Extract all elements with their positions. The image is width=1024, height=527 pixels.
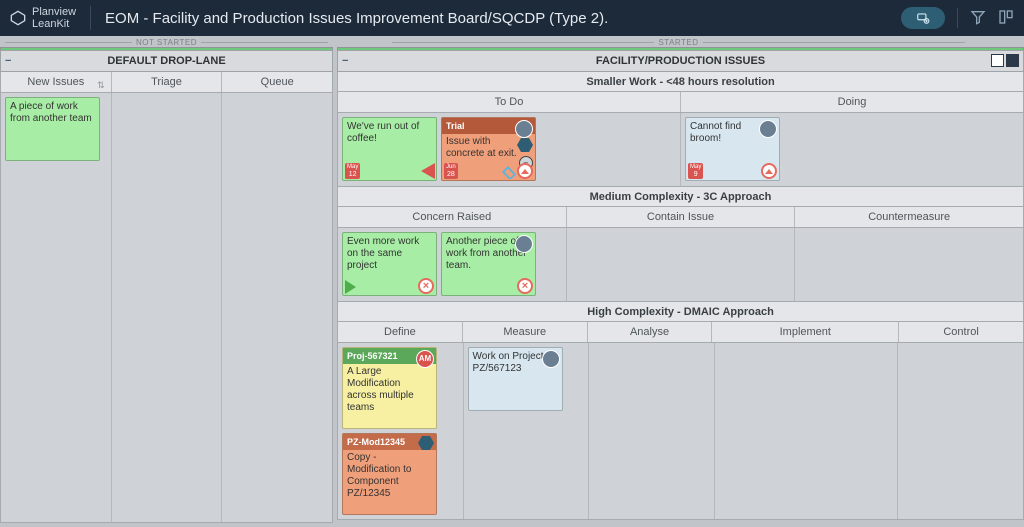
card[interactable]: Proj-567321 A Large Modification across … bbox=[342, 347, 437, 429]
card[interactable]: PZ-Mod12345 Copy - Modification to Compo… bbox=[342, 433, 437, 515]
cell-control[interactable] bbox=[898, 343, 1023, 519]
avatar[interactable] bbox=[759, 120, 777, 138]
cell-queue[interactable] bbox=[222, 93, 332, 522]
tags-icon bbox=[502, 165, 516, 179]
collapse-icon[interactable]: − bbox=[342, 55, 348, 67]
type-hex-icon bbox=[517, 138, 533, 152]
card[interactable]: Even more work on the same project bbox=[342, 232, 437, 296]
block-x-icon[interactable] bbox=[517, 278, 533, 294]
cell-concern[interactable]: Even more work on the same project Anoth… bbox=[338, 228, 567, 301]
lane-default-drop: − DEFAULT DROP-LANE New Issues⇅ Triage Q… bbox=[0, 50, 333, 523]
board-title: EOM - Facility and Production Issues Imp… bbox=[105, 10, 901, 27]
lane-facility: − FACILITY/PRODUCTION ISSUES Smaller Wor… bbox=[337, 50, 1024, 523]
cell-counter[interactable] bbox=[795, 228, 1023, 301]
cell-analyse[interactable] bbox=[589, 343, 715, 519]
swimlane-body: Proj-567321 A Large Modification across … bbox=[337, 343, 1024, 520]
card[interactable]: A piece of work from another team bbox=[5, 97, 100, 161]
logo[interactable]: Planview LeanKit bbox=[10, 6, 91, 30]
lane-settings-icon[interactable] bbox=[1006, 54, 1019, 67]
cell-define[interactable]: Proj-567321 A Large Modification across … bbox=[338, 343, 464, 519]
block-x-icon[interactable] bbox=[418, 278, 434, 294]
col-contain[interactable]: Contain Issue bbox=[567, 207, 796, 227]
card[interactable]: Cannot find broom! May9 bbox=[685, 117, 780, 181]
avatar[interactable] bbox=[515, 235, 533, 253]
lane-title-left[interactable]: − DEFAULT DROP-LANE bbox=[0, 50, 333, 72]
col-concern[interactable]: Concern Raised bbox=[338, 207, 567, 227]
header-tools bbox=[901, 7, 1014, 29]
card[interactable]: Work on Project PZ/567123 bbox=[468, 347, 563, 411]
card[interactable]: We've run out of coffee! May12 bbox=[342, 117, 437, 181]
cell-measure[interactable]: Work on Project PZ/567123 bbox=[464, 343, 590, 519]
col-measure[interactable]: Measure bbox=[463, 322, 588, 342]
col-queue[interactable]: Queue bbox=[222, 72, 332, 92]
status-not-started: NOT STARTED bbox=[0, 38, 333, 47]
col-counter[interactable]: Countermeasure bbox=[795, 207, 1023, 227]
sort-icon[interactable]: ⇅ bbox=[97, 75, 105, 95]
collapse-icon[interactable]: − bbox=[5, 55, 11, 67]
cell-contain[interactable] bbox=[567, 228, 796, 301]
cell-doing[interactable]: Cannot find broom! May9 bbox=[681, 113, 1023, 186]
move-arrow-icon[interactable] bbox=[345, 280, 356, 294]
col-define[interactable]: Define bbox=[338, 322, 463, 342]
col-triage[interactable]: Triage bbox=[112, 72, 223, 92]
date-badge: May12 bbox=[345, 163, 360, 179]
col-todo[interactable]: To Do bbox=[338, 92, 681, 112]
cell-todo[interactable]: We've run out of coffee! May12 Trial Iss… bbox=[338, 113, 681, 186]
card[interactable]: Another piece of work from another team. bbox=[441, 232, 536, 296]
lane-title-right[interactable]: − FACILITY/PRODUCTION ISSUES bbox=[337, 50, 1024, 72]
logo-text-top: Planview bbox=[32, 6, 76, 18]
avatar[interactable] bbox=[542, 350, 560, 368]
date-badge: Jun28 bbox=[444, 163, 458, 179]
add-card-button[interactable] bbox=[901, 7, 945, 29]
col-control[interactable]: Control bbox=[899, 322, 1023, 342]
priority-up-icon[interactable] bbox=[761, 163, 777, 179]
swimlane-body: We've run out of coffee! May12 Trial Iss… bbox=[337, 113, 1024, 187]
app-header: Planview LeanKit EOM - Facility and Prod… bbox=[0, 0, 1024, 36]
priority-up-icon[interactable] bbox=[517, 163, 533, 179]
col-doing[interactable]: Doing bbox=[681, 92, 1023, 112]
swimlane-header[interactable]: Smaller Work - <48 hours resolution bbox=[337, 72, 1024, 92]
avatar[interactable]: AM bbox=[416, 350, 434, 368]
cell-triage[interactable] bbox=[112, 93, 223, 522]
logo-text-bottom: LeanKit bbox=[32, 18, 76, 30]
col-analyse[interactable]: Analyse bbox=[588, 322, 713, 342]
col-implement[interactable]: Implement bbox=[712, 322, 899, 342]
avatar[interactable] bbox=[515, 120, 533, 138]
layout-icon[interactable] bbox=[998, 9, 1014, 28]
col-new-issues[interactable]: New Issues⇅ bbox=[1, 72, 112, 92]
swimlane-header[interactable]: High Complexity - DMAIC Approach bbox=[337, 302, 1024, 322]
cell-implement[interactable] bbox=[715, 343, 899, 519]
status-started: STARTED bbox=[333, 38, 1024, 47]
card[interactable]: Trial Issue with concrete at exit. – Jun… bbox=[441, 117, 536, 181]
cell-new-issues[interactable]: A piece of work from another team bbox=[1, 93, 112, 522]
date-badge: May9 bbox=[688, 163, 703, 179]
swimlane-body: Even more work on the same project Anoth… bbox=[337, 228, 1024, 302]
warn-icon bbox=[421, 163, 435, 179]
lane-settings-icon[interactable] bbox=[991, 54, 1004, 67]
swimlane-header[interactable]: Medium Complexity - 3C Approach bbox=[337, 187, 1024, 207]
filter-icon[interactable] bbox=[970, 9, 986, 28]
status-strip: NOT STARTED STARTED bbox=[0, 38, 1024, 47]
